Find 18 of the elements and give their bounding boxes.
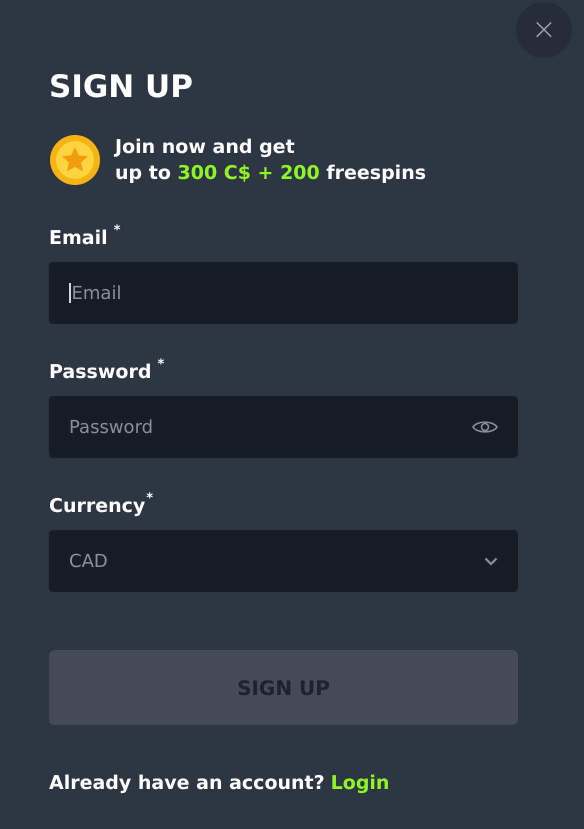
account-prompt: Already have an account? [49, 771, 325, 796]
field-label: Currency [49, 494, 146, 519]
required-mark: * [146, 492, 154, 505]
field-label: Email [49, 226, 108, 251]
required-mark: * [114, 224, 120, 237]
promo-text: Join now and get [115, 135, 296, 160]
promo-text: up to 300 C$ + 200 freespins [115, 161, 426, 186]
close-button[interactable]: × [516, 2, 572, 58]
currency-select[interactable]: CAD [49, 530, 518, 592]
eye-icon[interactable] [472, 419, 498, 435]
star-coin-icon [49, 134, 101, 186]
field-label: Password [49, 360, 152, 385]
chevron-down-icon [484, 556, 498, 566]
title: SIGN UP [49, 72, 194, 107]
password-field[interactable]: Password [49, 396, 518, 458]
email-field[interactable]: Email [49, 262, 518, 324]
required-mark: * [157, 358, 164, 371]
login-link[interactable]: Login [330, 769, 390, 798]
